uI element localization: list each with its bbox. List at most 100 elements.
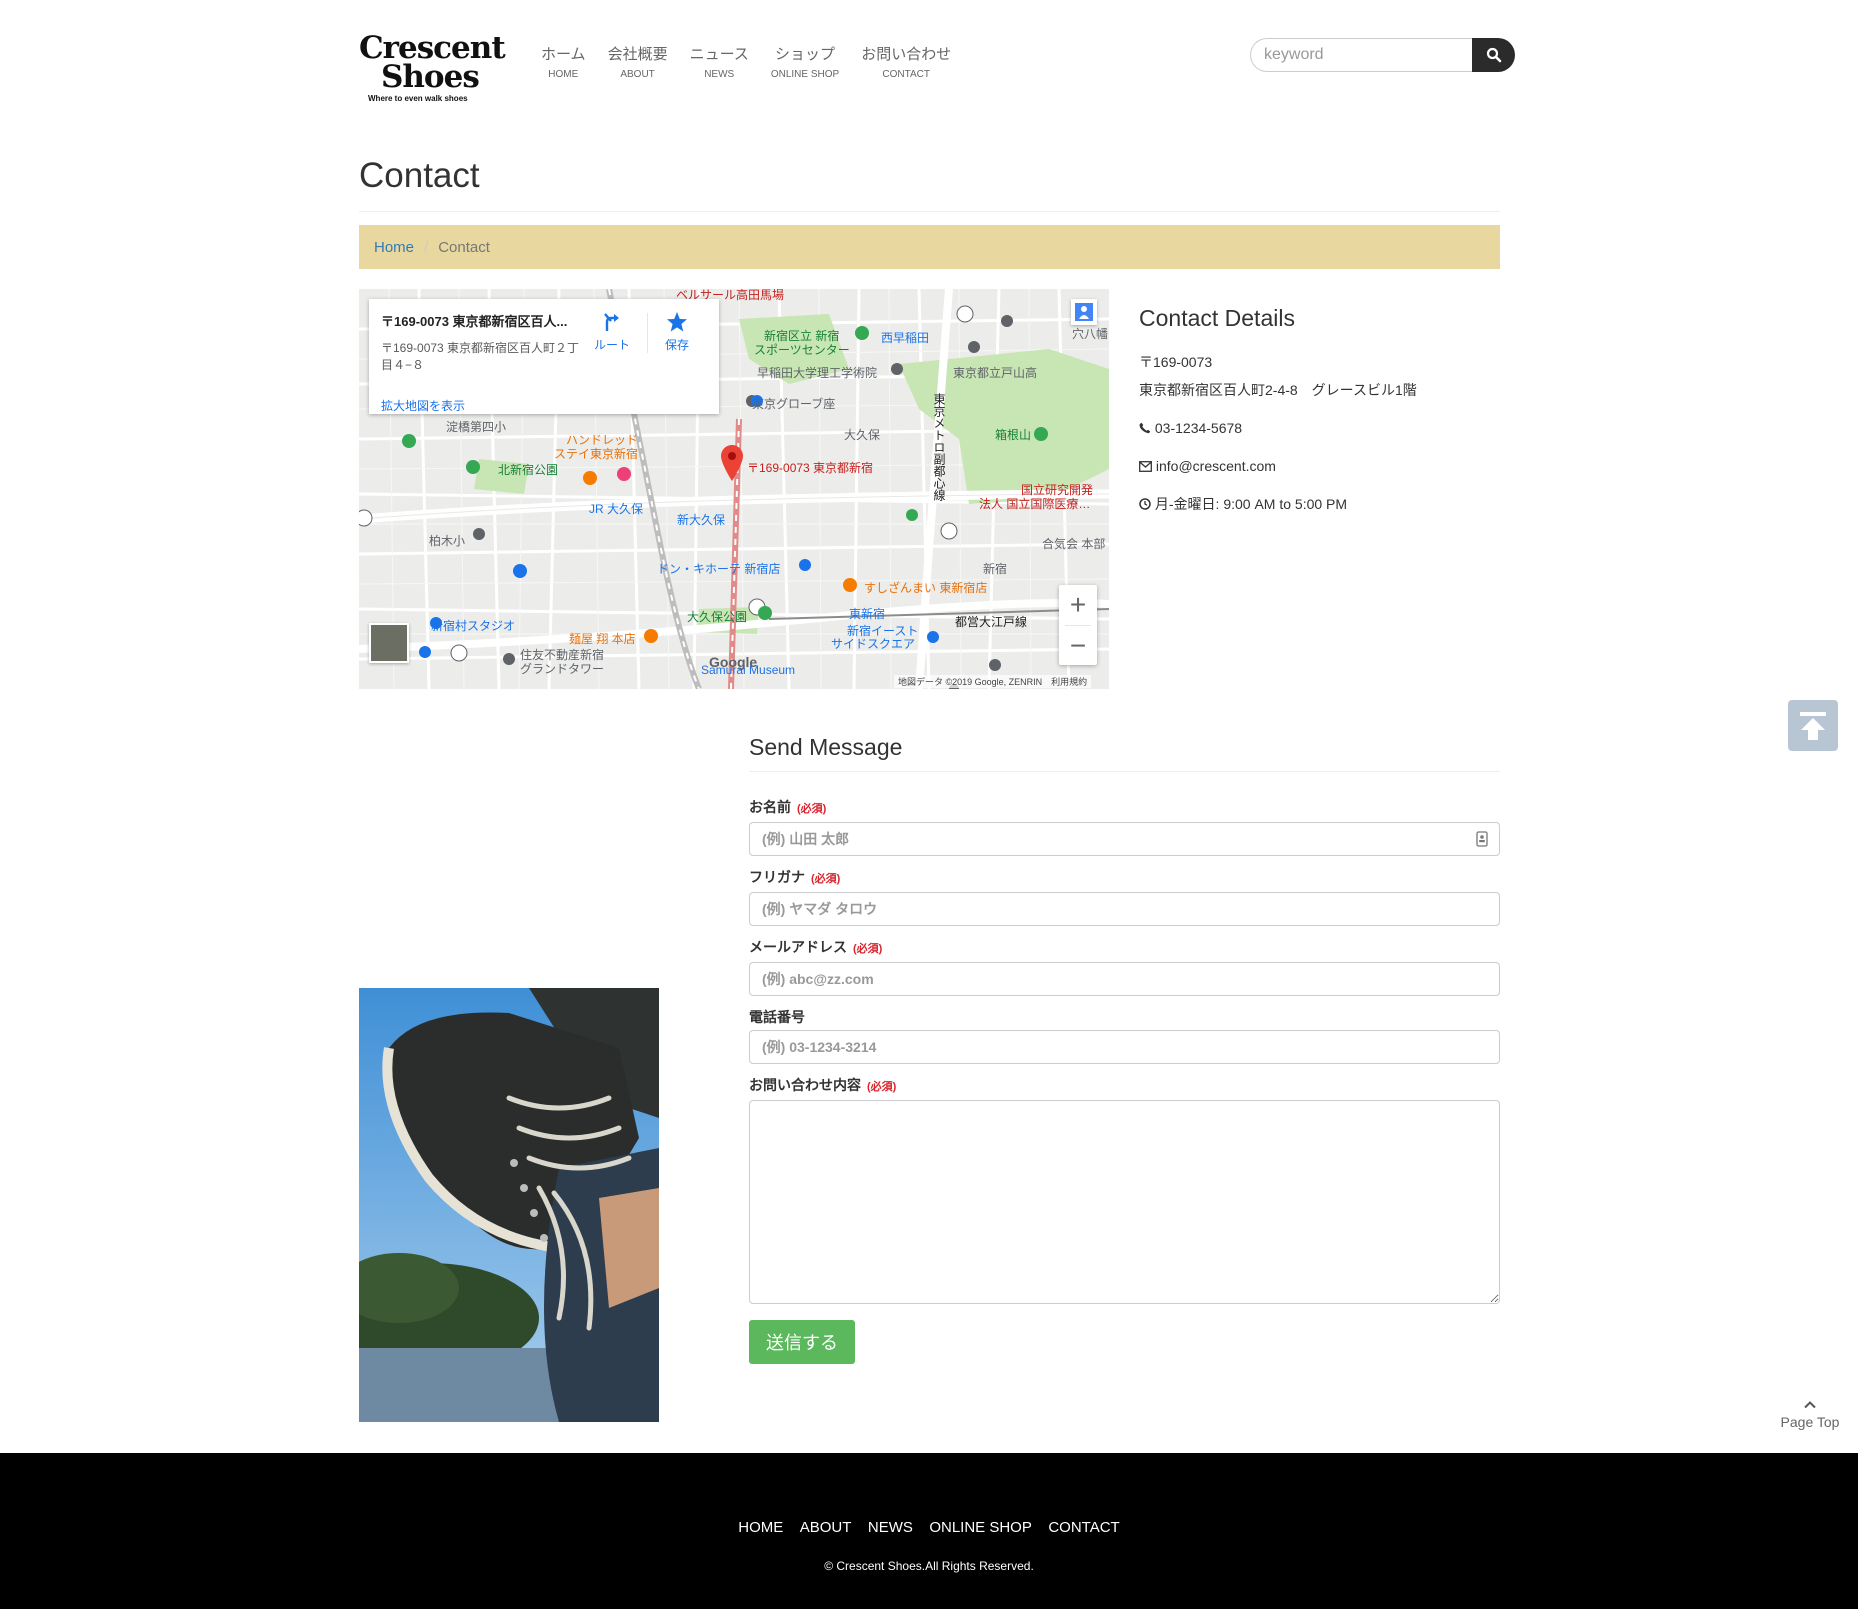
required-marker: (必須) xyxy=(853,943,883,955)
map-attribution: 地図データ ©2019 Google, ZENRIN 利用規約 xyxy=(894,675,1092,688)
nav-item-about[interactable]: 会社概要 ABOUT xyxy=(597,44,679,84)
field-label: お名前 (必須) xyxy=(749,797,1500,819)
satellite-toggle[interactable] xyxy=(369,623,409,663)
field-label-text: フリガナ xyxy=(749,869,805,885)
clock-icon xyxy=(1139,498,1151,510)
map-place-label: ステイ東京新宿 xyxy=(554,447,639,461)
contact-details-title: Contact Details xyxy=(1139,305,1295,331)
map-place-label: 麺屋 翔 本店 xyxy=(569,632,636,646)
phone-input[interactable] xyxy=(749,1030,1500,1064)
submit-button[interactable]: 送信する xyxy=(749,1320,855,1364)
breadcrumb-home-link[interactable]: Home xyxy=(374,239,414,256)
map-place-label: 東京グローブ座 xyxy=(752,397,836,411)
star-icon xyxy=(667,312,687,332)
page-top-label: Page Top xyxy=(1780,1414,1840,1430)
phone-icon xyxy=(1139,422,1151,434)
footer-nav: HOME ABOUT NEWS ONLINE SHOP CONTACT xyxy=(0,1519,1858,1537)
map-place-label: グランドタワー xyxy=(520,662,605,676)
contact-hours: 月-金曜日: 9:00 AM to 5:00 PM xyxy=(1154,496,1348,512)
nav-item-en-label: HOME xyxy=(548,69,579,80)
contact-email[interactable]: info@crescent.com xyxy=(1156,458,1276,474)
map-place-label: 箱根山 xyxy=(995,428,1032,442)
footer-link-contact[interactable]: CONTACT xyxy=(1048,1519,1119,1536)
logo-tagline: Where to even walk shoes xyxy=(368,94,468,103)
footer-link-news[interactable]: NEWS xyxy=(868,1519,913,1536)
required-marker: (必須) xyxy=(797,803,827,815)
email-input[interactable] xyxy=(749,962,1500,996)
map-save-button[interactable]: 保存 xyxy=(665,311,689,353)
chevron-up-icon xyxy=(1804,1401,1816,1409)
map-info-card: 〒169-0073 東京都新宿区百人... 〒169-0073 東京都新宿区百人… xyxy=(369,299,719,414)
map-place-label: 穴八幡 xyxy=(1072,327,1109,341)
contact-address: 東京都新宿区百人町2-4-8 グレースビル1階 xyxy=(1139,382,1417,398)
sneaker-photo xyxy=(359,988,659,1422)
nav-item-home[interactable]: ホーム HOME xyxy=(530,44,597,84)
contact-phone-row: 03-1234-5678 xyxy=(1139,414,1499,442)
contact-postal: 〒169-0073 xyxy=(1139,354,1213,370)
google-map[interactable]: ベルサール高田馬場 新宿区立 新宿 スポーツセンター 西早稲田 早稲田大学理工学… xyxy=(359,289,1109,689)
zoom-in-button[interactable]: + xyxy=(1059,585,1097,625)
map-route-label: ルート xyxy=(594,338,631,352)
nav-item-jp-label: ホーム xyxy=(541,46,586,63)
field-label: メールアドレス (必須) xyxy=(749,937,1500,959)
search-button[interactable] xyxy=(1472,38,1515,72)
nav-item-jp-label: ニュース xyxy=(689,46,749,63)
contact-email-row: info@crescent.com xyxy=(1139,452,1499,480)
map-place-label: すしざんまい 東新宿店 xyxy=(864,581,988,595)
map-zoom-controls: + − xyxy=(1059,585,1097,665)
map-place-label: 東新宿 xyxy=(849,607,886,621)
page-top-link[interactable]: Page Top xyxy=(1772,1396,1848,1430)
nav-item-en-label: CONTACT xyxy=(882,69,930,80)
nav-item-news[interactable]: ニュース NEWS xyxy=(679,44,760,84)
furigana-input[interactable] xyxy=(749,892,1500,926)
map-route-button[interactable]: ルート xyxy=(594,311,630,353)
map-place-label: 大久保公園 xyxy=(687,610,748,624)
footer-link-online-shop[interactable]: ONLINE SHOP xyxy=(929,1519,1032,1536)
field-label: お問い合わせ内容 (必須) xyxy=(749,1075,1500,1097)
field-label: フリガナ (必須) xyxy=(749,867,1500,889)
footer-link-about[interactable]: ABOUT xyxy=(800,1519,852,1536)
footer: HOME ABOUT NEWS ONLINE SHOP CONTACT © Cr… xyxy=(0,1453,1858,1609)
form-title: Send Message xyxy=(749,734,1500,772)
main-nav: ホーム HOME 会社概要 ABOUT ニュース NEWS ショップ ONLIN… xyxy=(530,44,962,84)
map-enlarge-link[interactable]: 拡大地図を表示 xyxy=(381,397,465,414)
map-place-label: サイドスクエア xyxy=(831,637,916,651)
map-place-label: スポーツセンター xyxy=(754,343,850,357)
map-marker-pin[interactable] xyxy=(721,445,743,486)
map-card-address: 〒169-0073 東京都新宿区百人町２丁目４−８ xyxy=(381,341,580,372)
contact-card-icon xyxy=(1476,831,1488,847)
scroll-to-top-button[interactable] xyxy=(1788,700,1838,751)
directions-icon xyxy=(604,313,619,331)
field-label-text: メールアドレス xyxy=(749,939,847,955)
street-view-button[interactable] xyxy=(1071,299,1097,325)
contact-phone: 03-1234-5678 xyxy=(1154,420,1243,436)
arrow-up-bar-icon xyxy=(1800,711,1826,740)
brand-logo[interactable]: Crescent Shoes Where to even walk shoes xyxy=(359,33,506,106)
zoom-out-button[interactable]: − xyxy=(1059,626,1097,666)
map-place-label: 都営大江戸線 xyxy=(955,615,1028,629)
map-place-label: 柏木小 xyxy=(429,534,466,548)
logo-name-line2: Shoes xyxy=(381,59,480,95)
nav-item-en-label: NEWS xyxy=(704,69,735,80)
map-place-label: 東京メトロ副都心線 xyxy=(932,393,946,501)
contact-details: Contact Details 〒169-0073 東京都新宿区百人町2-4-8… xyxy=(1139,305,1499,518)
nav-item-en-label: ONLINE SHOP xyxy=(770,69,840,80)
map-card-divider xyxy=(647,313,648,353)
breadcrumb: Home / Contact xyxy=(359,225,1500,269)
message-textarea[interactable] xyxy=(749,1100,1500,1304)
map-pin-icon xyxy=(721,445,743,481)
field-email: メールアドレス (必須) xyxy=(749,937,1500,996)
field-phone: 電話番号 xyxy=(749,1007,1500,1064)
search-box xyxy=(1250,38,1515,72)
nav-item-contact[interactable]: お問い合わせ CONTACT xyxy=(850,44,962,84)
sneaker-illustration xyxy=(359,988,659,1422)
field-furigana: フリガナ (必須) xyxy=(749,867,1500,926)
google-logo: Google xyxy=(709,654,758,670)
map-place-label: 新宿 xyxy=(983,562,1008,576)
search-input[interactable] xyxy=(1250,38,1472,72)
envelope-icon xyxy=(1139,461,1152,472)
name-input[interactable] xyxy=(749,822,1500,856)
page-title: Contact xyxy=(359,151,1500,212)
footer-link-home[interactable]: HOME xyxy=(738,1519,783,1536)
nav-item-online-shop[interactable]: ショップ ONLINE SHOP xyxy=(760,44,850,84)
